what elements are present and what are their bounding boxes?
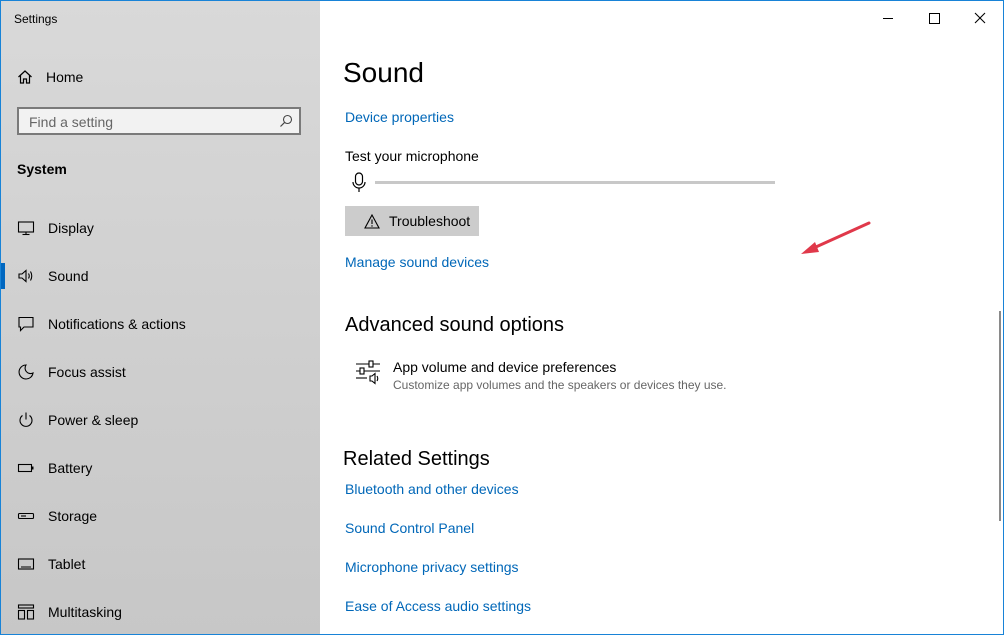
app-volume-title: App volume and device preferences bbox=[393, 359, 617, 375]
manage-sound-devices-link[interactable]: Manage sound devices bbox=[345, 254, 489, 270]
sound-control-panel-link[interactable]: Sound Control Panel bbox=[345, 520, 474, 536]
microphone-icon bbox=[352, 172, 366, 192]
app-title: Settings bbox=[14, 12, 58, 26]
ease-of-access-audio-link[interactable]: Ease of Access audio settings bbox=[345, 598, 531, 614]
advanced-sound-heading: Advanced sound options bbox=[345, 314, 565, 336]
sidebar-item-notifications[interactable]: Notifications & actions bbox=[1, 306, 320, 342]
microphone-level-meter bbox=[375, 181, 775, 184]
sidebar: Settings Home Find a setting System Disp… bbox=[1, 1, 320, 634]
sidebar-item-label: Tablet bbox=[48, 556, 86, 572]
active-indicator bbox=[1, 263, 5, 289]
settings-window: Settings Home Find a setting System Disp… bbox=[0, 0, 1004, 635]
notification-icon bbox=[18, 316, 34, 332]
moon-icon bbox=[18, 364, 34, 380]
sidebar-item-display[interactable]: Display bbox=[1, 210, 320, 246]
home-icon bbox=[18, 70, 32, 84]
device-properties-link[interactable]: Device properties bbox=[345, 109, 454, 125]
bluetooth-devices-link[interactable]: Bluetooth and other devices bbox=[345, 481, 519, 497]
sidebar-item-label: Focus assist bbox=[48, 364, 126, 380]
sidebar-item-label: Multitasking bbox=[48, 604, 122, 620]
microphone-privacy-link[interactable]: Microphone privacy settings bbox=[345, 559, 519, 575]
related-settings-heading: Related Settings bbox=[343, 448, 490, 470]
sidebar-item-focus-assist[interactable]: Focus assist bbox=[1, 354, 320, 390]
search-input[interactable]: Find a setting bbox=[17, 107, 301, 135]
troubleshoot-button[interactable]: Troubleshoot bbox=[345, 206, 479, 236]
warning-icon bbox=[364, 213, 380, 229]
storage-icon bbox=[17, 512, 35, 520]
sidebar-item-tablet[interactable]: Tablet bbox=[1, 546, 320, 582]
sidebar-item-label: Power & sleep bbox=[48, 412, 139, 428]
sidebar-item-sound[interactable]: Sound bbox=[1, 258, 320, 294]
troubleshoot-label: Troubleshoot bbox=[389, 213, 471, 229]
sidebar-home-label: Home bbox=[46, 69, 84, 85]
test-microphone-label: Test your microphone bbox=[345, 148, 479, 164]
sidebar-item-multitasking[interactable]: Multitasking bbox=[1, 594, 320, 630]
sidebar-item-storage[interactable]: Storage bbox=[1, 498, 320, 534]
annotation-arrow bbox=[801, 221, 871, 254]
battery-icon bbox=[17, 463, 34, 473]
page-title: Sound bbox=[343, 57, 424, 88]
sidebar-item-battery[interactable]: Battery bbox=[1, 450, 320, 486]
sidebar-item-label: Storage bbox=[48, 508, 98, 524]
multitasking-icon bbox=[17, 604, 35, 620]
section-title-system: System bbox=[17, 161, 67, 177]
search-placeholder: Find a setting bbox=[29, 114, 114, 130]
sidebar-item-label: Display bbox=[48, 220, 94, 236]
sliders-icon bbox=[356, 360, 380, 385]
sidebar-item-power-sleep[interactable]: Power & sleep bbox=[1, 402, 320, 438]
power-icon bbox=[19, 412, 33, 427]
scrollbar[interactable] bbox=[999, 311, 1001, 521]
sidebar-home[interactable]: Home bbox=[17, 66, 83, 88]
sidebar-item-label: Notifications & actions bbox=[48, 316, 186, 332]
sidebar-item-label: Sound bbox=[48, 268, 89, 284]
app-volume-preferences[interactable]: App volume and device preferences Custom… bbox=[355, 357, 775, 397]
display-icon bbox=[17, 221, 35, 236]
search-icon[interactable] bbox=[279, 114, 293, 128]
sidebar-item-label: Battery bbox=[48, 460, 93, 476]
main-content: Sound Device properties Test your microp… bbox=[321, 1, 1003, 634]
app-volume-description: Customize app volumes and the speakers o… bbox=[393, 378, 727, 392]
tablet-icon bbox=[17, 558, 35, 570]
speaker-icon bbox=[18, 269, 33, 283]
